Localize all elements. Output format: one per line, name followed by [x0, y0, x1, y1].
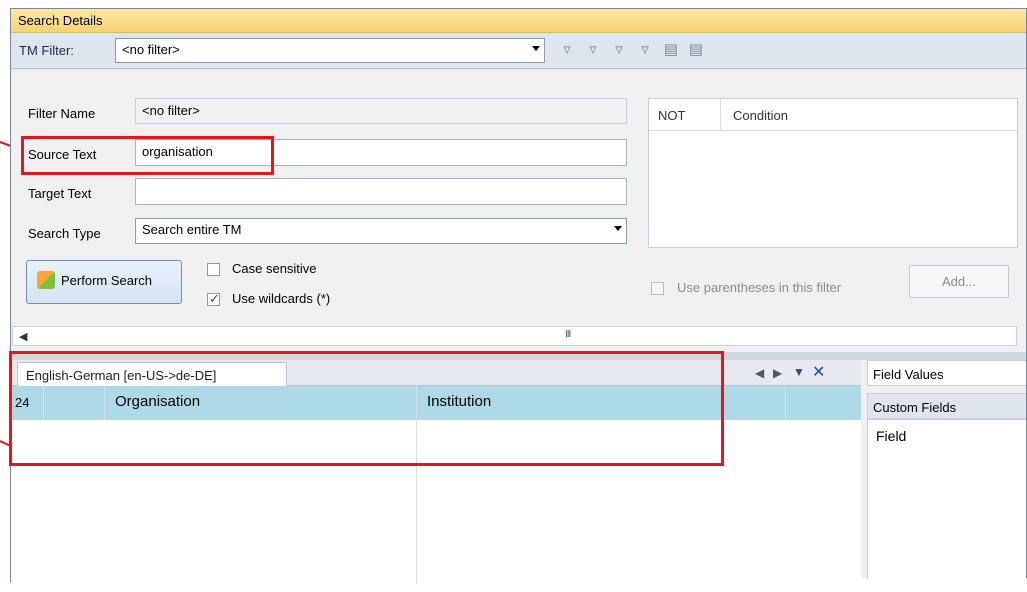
custom-fields-header: Custom Fields	[867, 393, 1026, 419]
field-values-title: Field Values	[873, 367, 944, 382]
search-type-label: Search Type	[28, 226, 101, 241]
search-type-value: Search entire TM	[142, 222, 242, 237]
use-parentheses-checkbox[interactable]	[651, 282, 664, 295]
tab-menu-icon[interactable]: ▼	[793, 365, 805, 379]
filter-toolbar: TM Filter: <no filter> ▿ ▿ ▿ ▿ ▤ ▤	[11, 33, 1026, 69]
search-details-window: Search Details TM Filter: <no filter> ▿ …	[10, 8, 1027, 592]
edit-filter-icon[interactable]: ▿	[583, 40, 603, 60]
add-condition-button[interactable]: Add...	[909, 265, 1009, 298]
not-column-header: NOT	[658, 108, 686, 123]
import-filter-icon[interactable]: ▤	[661, 40, 681, 60]
horizontal-scrollbar[interactable]: ◀ III	[12, 326, 1017, 346]
copy-filter-icon[interactable]: ▿	[609, 40, 629, 60]
scroll-grip[interactable]: III	[565, 329, 571, 340]
perform-search-button[interactable]: Perform Search	[26, 260, 182, 304]
case-sensitive-label[interactable]: Case sensitive	[232, 261, 317, 276]
chevron-down-icon[interactable]	[532, 46, 540, 51]
add-filter-icon[interactable]: ▿	[557, 40, 577, 60]
export-filter-icon[interactable]: ▤	[686, 40, 706, 60]
annotation-box-source-text	[21, 136, 274, 175]
title-bar: Search Details	[11, 9, 1026, 33]
annotation-box-results	[9, 351, 724, 466]
use-parentheses-label: Use parentheses in this filter	[677, 280, 842, 295]
use-wildcards-checkbox[interactable]	[207, 291, 220, 307]
custom-fields-grid[interactable]: Field	[867, 419, 1026, 591]
case-sensitive-checkbox[interactable]	[207, 263, 220, 276]
condition-grid-header: NOT Condition	[649, 99, 1017, 131]
tm-filter-value: <no filter>	[122, 42, 180, 57]
perform-search-label: Perform Search	[61, 273, 153, 288]
search-type-dropdown[interactable]: Search entire TM	[135, 218, 627, 244]
custom-fields-title: Custom Fields	[873, 400, 957, 415]
tm-filter-label: TM Filter:	[19, 43, 74, 58]
window-title: Search Details	[18, 13, 103, 28]
field-values-panel-header: Field Values	[867, 360, 1026, 386]
use-wildcards-label[interactable]: Use wildcards (*)	[232, 291, 330, 306]
tab-next-icon[interactable]: ▶	[773, 366, 782, 380]
condition-column-header: Condition	[733, 108, 788, 123]
target-text-label: Target Text	[28, 186, 92, 201]
delete-filter-icon[interactable]: ▿	[635, 40, 655, 60]
column-divider	[785, 386, 786, 420]
filter-name-field: <no filter>	[135, 98, 627, 124]
tab-prev-icon[interactable]: ◀	[755, 366, 764, 380]
chevron-down-icon[interactable]	[614, 226, 622, 231]
tm-filter-dropdown[interactable]: <no filter>	[115, 38, 545, 63]
filter-name-label: Filter Name	[28, 106, 96, 121]
scroll-left-arrow-icon[interactable]: ◀	[19, 330, 27, 343]
search-run-icon	[37, 271, 55, 289]
target-text-input[interactable]	[135, 178, 627, 205]
column-divider	[720, 99, 721, 131]
field-column-header: Field	[876, 428, 907, 444]
condition-grid[interactable]: NOT Condition	[648, 98, 1018, 248]
add-condition-label: Add...	[942, 274, 976, 289]
close-icon[interactable]: ✕	[812, 362, 825, 382]
filter-name-value: <no filter>	[142, 103, 200, 118]
